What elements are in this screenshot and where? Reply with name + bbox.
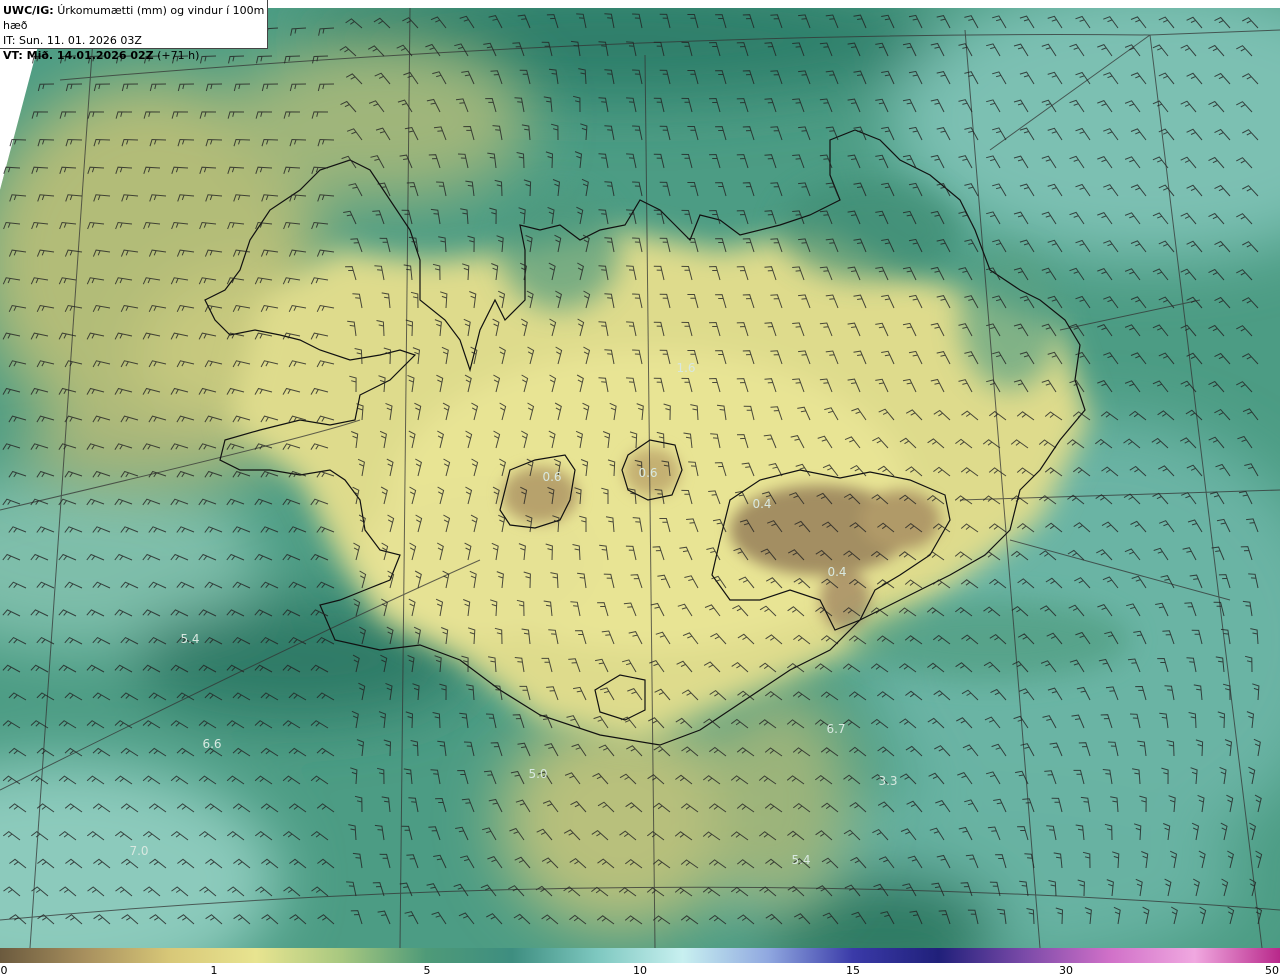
info-line-2: IT: Sun. 11. 01. 2026 03Z xyxy=(3,34,142,47)
info-line-1: UWC/IG: Úrkomumætti (mm) og vindur í 100… xyxy=(3,3,267,33)
valid-time: VT: Mið. 14.01.2026 02Z xyxy=(3,49,154,62)
weather-map: 0.6 0.6 0.4 0.4 6.7 3.3 5.0 5.4 7.0 1.6 5.4 6.6 UWC… xyxy=(0,0,1280,978)
map-value-label: 6.6 xyxy=(202,737,221,751)
colorbar-tick-label: 15 xyxy=(846,964,860,977)
model-label: UWC/IG: xyxy=(3,4,54,17)
map-value-label: 5.4 xyxy=(791,853,810,867)
map-value-label: 1.6 xyxy=(676,361,695,375)
map-value-label: 0.4 xyxy=(827,565,846,579)
colorbar-tick-label: 50 xyxy=(1265,964,1279,977)
colorbar-tick-label: 1 xyxy=(210,964,218,977)
map-value-label: 5.4 xyxy=(180,632,199,646)
colorbar xyxy=(0,948,1280,963)
map-value-label: 5.0 xyxy=(528,767,547,781)
lead-time: (+71 h) xyxy=(157,49,200,62)
map-value-label: 6.7 xyxy=(826,722,845,736)
colorbar-tick-label: 30 xyxy=(1059,964,1073,977)
precipitation-wind-map: 0.6 0.6 0.4 0.4 6.7 3.3 5.0 5.4 7.0 1.6 5.4 6.6 xyxy=(0,0,1280,978)
map-value-label: 0.6 xyxy=(542,470,561,484)
map-value-label: 0.4 xyxy=(752,497,771,511)
colorbar-tick-label: 5 xyxy=(423,964,431,977)
info-line-3: VT: Mið. 14.01.2026 02Z (+71 h) xyxy=(3,48,267,63)
colorbar-tick-label: 10 xyxy=(633,964,647,977)
field-layer xyxy=(0,8,1280,948)
info-panel: UWC/IG: Úrkomumætti (mm) og vindur í 100… xyxy=(0,0,268,62)
map-value-label: 7.0 xyxy=(129,844,148,858)
map-value-label: 3.3 xyxy=(878,774,897,788)
colorbar-tick-label: 0 xyxy=(0,964,8,977)
map-value-label: 0.6 xyxy=(638,466,657,480)
